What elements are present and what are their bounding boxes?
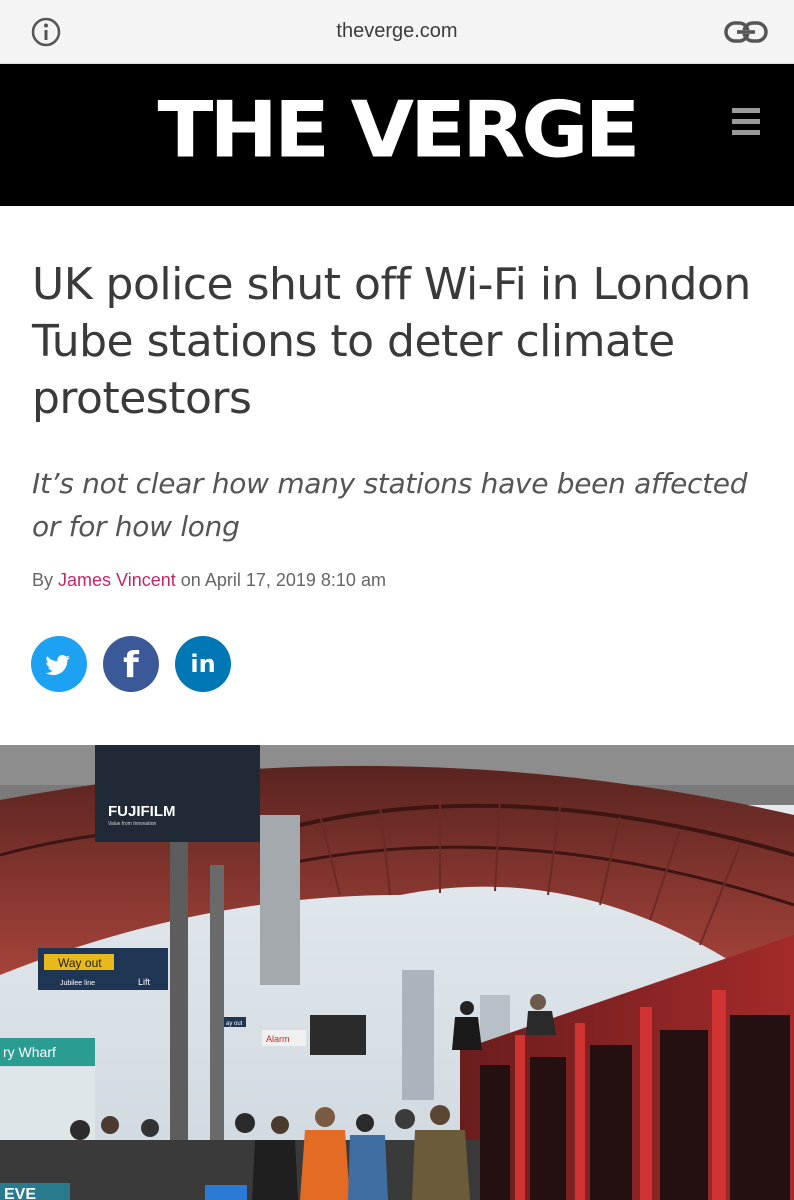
site-logo[interactable]: THE VERGE: [0, 88, 794, 174]
station-platform-illustration: FUJIFILM Value from Innovation Way out J…: [0, 745, 794, 1200]
eve-sign: EVE: [4, 1186, 36, 1200]
twitter-icon: [45, 654, 70, 676]
jubilee-line-sign: Jubilee line: [60, 980, 95, 987]
browser-url-bar: theverge.com: [0, 0, 794, 64]
lift-sign: Lift: [138, 977, 151, 987]
byline-on: on: [180, 570, 201, 590]
station-name-sign: ry Wharf: [3, 1044, 56, 1060]
facebook-share-button[interactable]: f: [103, 636, 159, 692]
article-dek: It’s not clear how many stations have be…: [32, 467, 748, 543]
article-headline: UK police shut off Wi-Fi in London Tube …: [32, 259, 751, 424]
billboard-text: FUJIFILM: [108, 803, 176, 820]
author-link[interactable]: James Vincent: [58, 570, 176, 590]
billboard-subtext: Value from Innovation: [108, 821, 156, 827]
article-byline: By James Vincent on April 17, 2019 8:10 …: [32, 570, 386, 591]
byline-prefix: By: [32, 570, 54, 590]
link-icon[interactable]: [724, 18, 768, 46]
site-masthead: THE VERGE: [0, 64, 794, 206]
article-hero-image: FUJIFILM Value from Innovation Way out J…: [0, 745, 794, 1200]
url-text[interactable]: theverge.com: [0, 20, 794, 43]
twitter-share-button[interactable]: [31, 636, 87, 692]
alarm-sign: Alarm: [266, 1034, 290, 1044]
hamburger-menu-icon[interactable]: [732, 108, 760, 135]
way-out-sign: Way out: [58, 956, 102, 970]
facebook-icon: f: [123, 645, 139, 686]
linkedin-icon: in: [190, 650, 216, 678]
publish-date: April 17, 2019 8:10 am: [204, 570, 386, 590]
linkedin-share-button[interactable]: in: [175, 636, 231, 692]
way-out-small-sign: ay out: [226, 1021, 243, 1027]
